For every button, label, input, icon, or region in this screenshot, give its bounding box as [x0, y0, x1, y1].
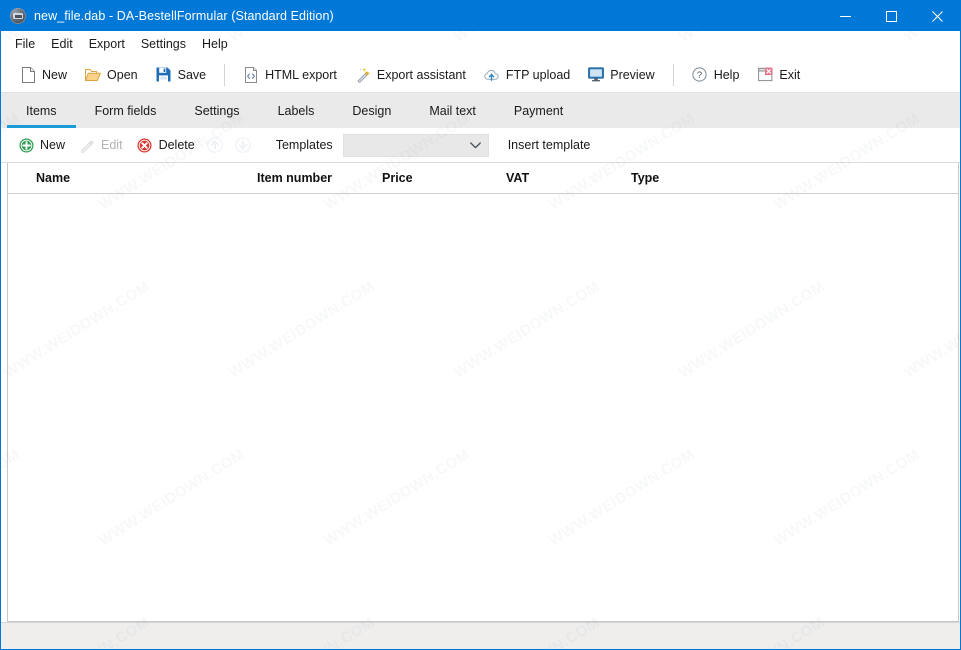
toolbar-preview-button[interactable]: Preview — [579, 60, 663, 89]
arrow-up-circle-icon — [206, 137, 223, 153]
insert-template-button[interactable]: Insert template — [508, 138, 591, 152]
column-header-price[interactable]: Price — [382, 171, 506, 185]
window-title: new_file.dab - DA-BestellFormular (Stand… — [34, 9, 334, 23]
close-button[interactable] — [914, 1, 960, 31]
column-header-vat[interactable]: VAT — [506, 171, 631, 185]
maximize-button[interactable] — [868, 1, 914, 31]
floppy-disk-icon — [156, 67, 172, 83]
open-folder-icon — [85, 67, 102, 83]
svg-text:?: ? — [697, 70, 702, 81]
templates-label: Templates — [275, 138, 333, 152]
menu-item-settings[interactable]: Settings — [133, 33, 194, 56]
tab-items[interactable]: Items — [7, 93, 76, 128]
close-icon — [931, 10, 943, 22]
title-bar: new_file.dab - DA-BestellFormular (Stand… — [1, 1, 960, 31]
items-grid: Name Item number Price VAT Type — [7, 163, 959, 622]
toolbar-help-label: Help — [713, 67, 740, 82]
status-bar — [1, 622, 960, 649]
tab-items-label: Items — [26, 103, 57, 118]
tab-strip: Items Form fields Settings Labels Design… — [1, 93, 960, 128]
toolbar-new-button[interactable]: New — [11, 60, 76, 89]
minimize-icon — [839, 15, 851, 17]
toolbar-open-button[interactable]: Open — [76, 60, 147, 89]
main-toolbar: New Open Save HTML export Export assista… — [1, 57, 960, 93]
toolbar-preview-label: Preview — [610, 67, 655, 82]
menu-item-file[interactable]: File — [7, 33, 43, 56]
toolbar-separator-2 — [672, 63, 674, 86]
move-item-down-button — [230, 132, 256, 158]
tab-settings[interactable]: Settings — [175, 93, 258, 128]
toolbar-export-assistant-button[interactable]: Export assistant — [346, 60, 475, 89]
toolbar-exit-button[interactable]: Exit — [748, 60, 809, 89]
question-circle-icon: ? — [692, 67, 708, 83]
tab-payment[interactable]: Payment — [495, 93, 582, 128]
toolbar-open-label: Open — [107, 67, 138, 82]
tab-settings-label: Settings — [194, 103, 240, 118]
application-window: new_file.dab - DA-BestellFormular (Stand… — [0, 0, 961, 650]
menu-item-help[interactable]: Help — [194, 33, 236, 56]
edit-item-label: Edit — [101, 138, 123, 152]
new-document-icon — [20, 66, 36, 83]
minimize-button[interactable] — [822, 1, 868, 31]
toolbar-new-label: New — [42, 67, 68, 82]
tab-design-label: Design — [352, 103, 392, 118]
toolbar-ftp-upload-button[interactable]: FTP upload — [475, 60, 579, 89]
maximize-icon — [885, 10, 897, 22]
tab-payment-label: Payment — [513, 103, 564, 118]
menu-item-edit[interactable]: Edit — [43, 33, 81, 56]
cloud-upload-icon — [484, 67, 500, 83]
item-action-bar: New Edit Delete Templates Insert templat… — [1, 128, 960, 163]
exit-window-icon — [757, 67, 773, 83]
toolbar-separator-1 — [224, 63, 226, 86]
delete-circle-icon — [137, 137, 153, 153]
menu-bar: File Edit Export Settings Help — [1, 31, 960, 57]
toolbar-html-export-label: HTML export — [265, 67, 337, 82]
app-icon — [10, 8, 26, 24]
toolbar-export-assistant-label: Export assistant — [376, 67, 466, 82]
tab-design[interactable]: Design — [333, 93, 410, 128]
arrow-down-circle-icon — [234, 137, 251, 153]
pencil-icon — [79, 137, 95, 153]
tab-form-fields[interactable]: Form fields — [76, 93, 176, 128]
toolbar-html-export-button[interactable]: HTML export — [234, 60, 346, 89]
items-grid-header: Name Item number Price VAT Type — [8, 163, 958, 194]
window-controls — [822, 1, 960, 31]
delete-item-button[interactable]: Delete — [130, 132, 202, 158]
toolbar-help-button[interactable]: ? Help — [683, 60, 749, 89]
toolbar-save-button[interactable]: Save — [147, 60, 216, 89]
plus-circle-icon — [18, 137, 34, 153]
column-header-type[interactable]: Type — [631, 171, 958, 185]
chevron-down-icon — [469, 141, 481, 148]
toolbar-ftp-upload-label: FTP upload — [505, 67, 571, 82]
magic-wand-icon — [355, 66, 371, 83]
templates-dropdown[interactable] — [342, 133, 489, 157]
tab-form-fields-label: Form fields — [94, 103, 157, 118]
tab-mail-text[interactable]: Mail text — [410, 93, 495, 128]
column-header-name[interactable]: Name — [8, 171, 257, 185]
monitor-icon — [588, 67, 605, 83]
items-grid-body[interactable] — [8, 194, 958, 621]
tab-labels[interactable]: Labels — [259, 93, 334, 128]
html-code-icon — [243, 66, 259, 83]
toolbar-exit-label: Exit — [779, 67, 801, 82]
edit-item-button: Edit — [72, 132, 130, 158]
new-item-button[interactable]: New — [11, 132, 72, 158]
move-item-up-button — [202, 132, 228, 158]
tab-labels-label: Labels — [277, 103, 315, 118]
new-item-label: New — [40, 138, 66, 152]
delete-item-label: Delete — [158, 138, 195, 152]
toolbar-save-label: Save — [177, 67, 207, 82]
menu-item-export[interactable]: Export — [81, 33, 133, 56]
column-header-item-number[interactable]: Item number — [257, 171, 382, 185]
tab-mail-text-label: Mail text — [429, 103, 476, 118]
